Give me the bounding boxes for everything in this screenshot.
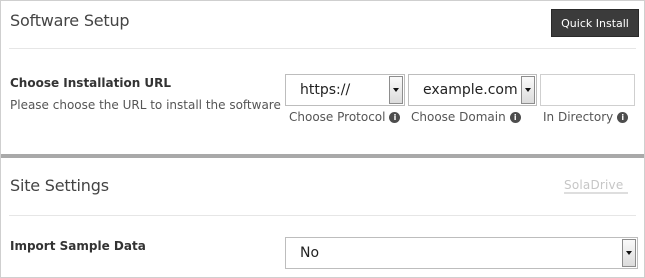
chevron-down-icon[interactable] (622, 239, 636, 267)
info-icon[interactable]: i (617, 111, 629, 123)
domain-select[interactable]: example.com (408, 74, 537, 106)
domain-select-value: example.com (423, 82, 518, 98)
section-divider (1, 154, 644, 158)
protocol-select-value: https:// (300, 82, 351, 98)
logo-text: SolaDrive (564, 178, 624, 192)
divider (9, 48, 636, 49)
chevron-down-icon[interactable] (521, 76, 535, 104)
directory-hint: In Directory i (543, 110, 629, 124)
divider (9, 215, 636, 216)
directory-input[interactable] (540, 74, 635, 106)
info-icon[interactable]: i (509, 111, 521, 123)
software-setup-title: Software Setup (10, 11, 130, 30)
logo-tagline-bar (564, 192, 628, 194)
import-sample-data-select[interactable]: No (285, 237, 638, 269)
site-settings-title: Site Settings (10, 176, 109, 195)
domain-hint-text: Choose Domain (411, 110, 506, 124)
protocol-hint-text: Choose Protocol (289, 110, 386, 124)
import-sample-data-label: Import Sample Data (10, 239, 146, 253)
chevron-down-icon[interactable] (389, 76, 403, 104)
quick-install-button[interactable]: Quick Install (551, 9, 639, 37)
installer-panel: Software Setup Quick Install Choose Inst… (0, 0, 645, 278)
info-icon[interactable]: i (389, 111, 401, 123)
installation-url-label: Choose Installation URL (10, 76, 172, 90)
protocol-hint: Choose Protocol i (289, 110, 401, 124)
directory-hint-text: In Directory (543, 110, 614, 124)
domain-hint: Choose Domain i (411, 110, 521, 124)
installation-url-description: Please choose the URL to install the sof… (10, 98, 281, 112)
import-sample-data-value: No (300, 245, 320, 261)
protocol-select[interactable]: https:// (285, 74, 405, 106)
soladrive-logo: SolaDrive (564, 178, 628, 198)
